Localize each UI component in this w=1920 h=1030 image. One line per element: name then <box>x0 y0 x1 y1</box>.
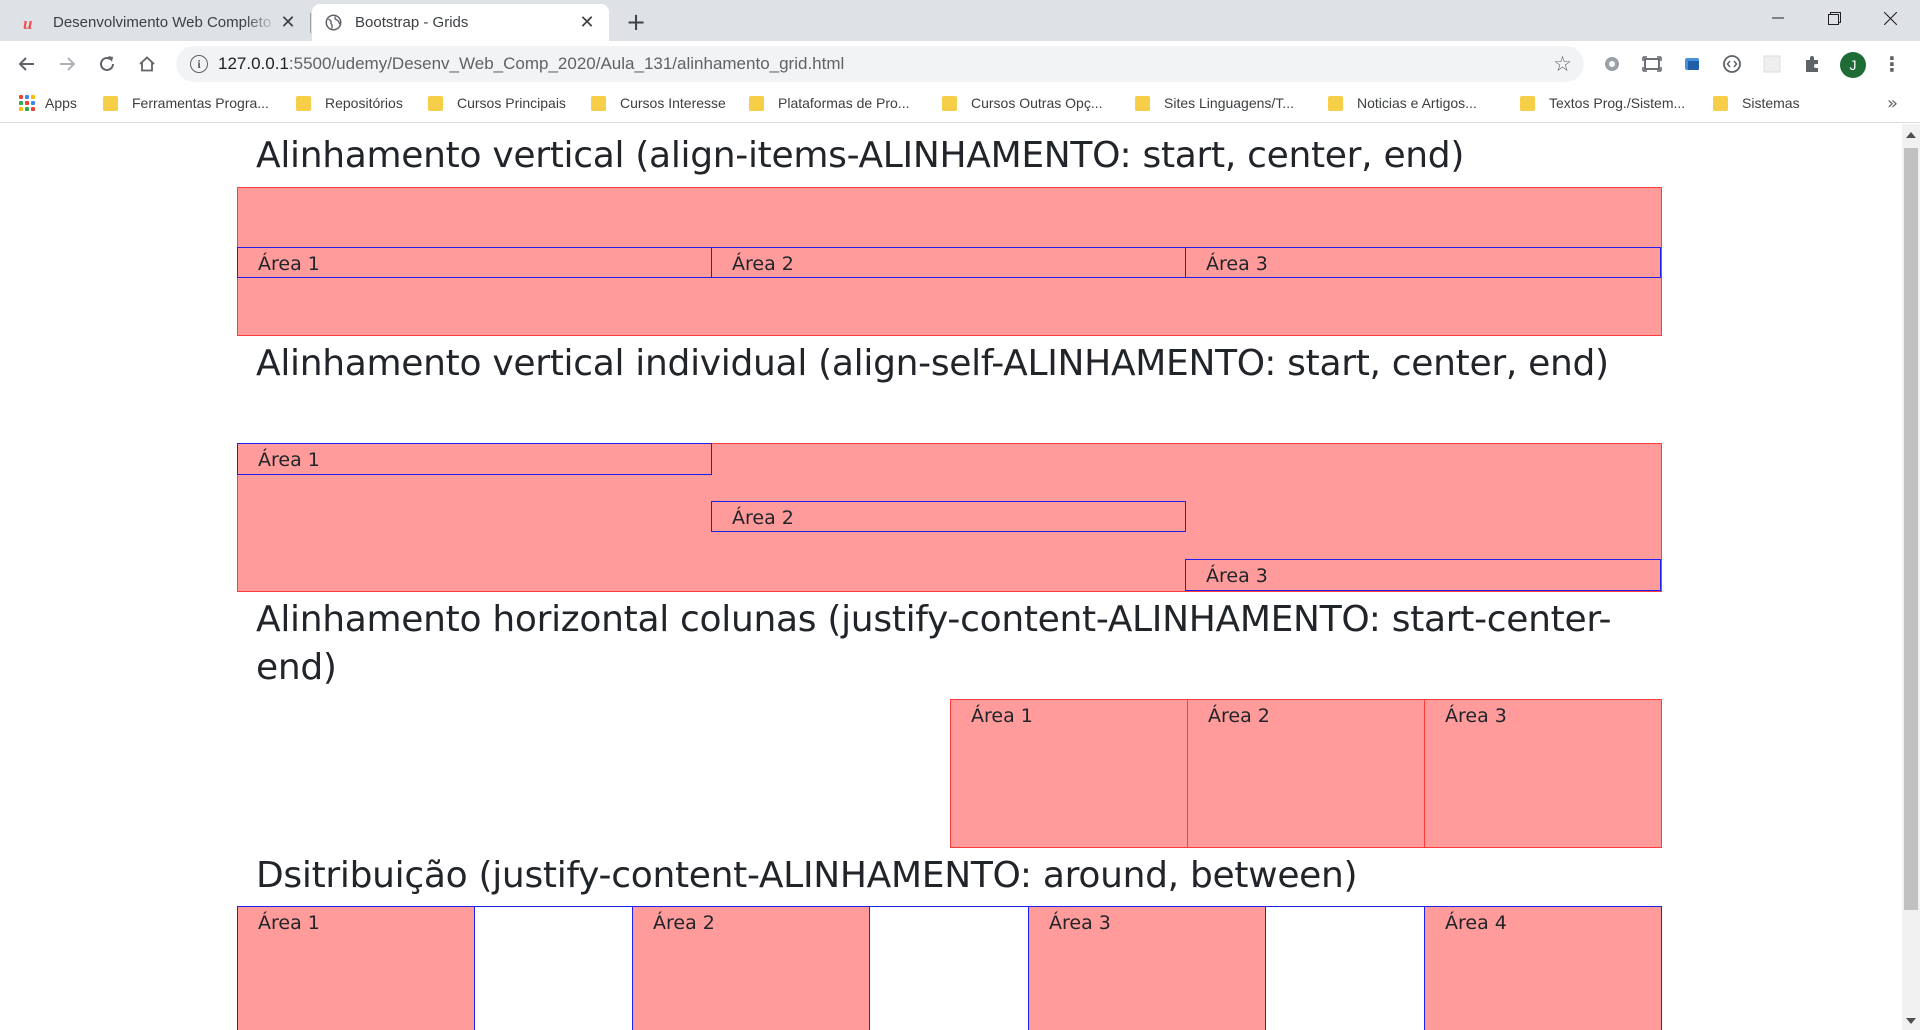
more-menu-icon[interactable]: ⋮ <box>1880 52 1904 76</box>
scroll-down-arrow-icon[interactable] <box>1906 1018 1916 1024</box>
code-extension-icon[interactable] <box>1720 52 1744 76</box>
tab-bootstrap-grids[interactable]: Bootstrap - Grids ✕ <box>312 4 609 41</box>
scroll-thumb[interactable] <box>1904 148 1918 910</box>
scroll-up-arrow-icon[interactable] <box>1906 132 1916 138</box>
grid-area: Área 3 <box>1185 247 1661 278</box>
address-bar[interactable]: i 127.0.0.1:5500/udemy/Desenv_Web_Comp_2… <box>176 46 1584 82</box>
apps-grid-icon <box>19 95 35 111</box>
bookmark-folder[interactable]: Noticias e Artigos... <box>1328 95 1477 111</box>
close-icon[interactable]: ✕ <box>577 12 597 33</box>
section-heading: Alinhamento horizontal colunas (justify-… <box>256 599 1612 688</box>
folder-icon <box>103 95 118 111</box>
forward-arrow-icon[interactable] <box>52 49 82 79</box>
bookmark-folder[interactable]: Ferramentas Progra... <box>103 95 269 111</box>
grid-column: Área 3 <box>1028 906 1266 1030</box>
restore-icon[interactable] <box>1806 0 1862 36</box>
udemy-icon: u <box>22 14 40 32</box>
folder-icon <box>591 95 606 111</box>
folder-icon <box>428 95 443 111</box>
blank-extension-icon[interactable] <box>1760 52 1784 76</box>
url-text[interactable]: 127.0.0.1:5500/udemy/Desenv_Web_Comp_202… <box>218 54 844 74</box>
grid-row-align-items: Área 1 Área 2 Área 3 <box>237 187 1662 336</box>
grid-row-align-self: Área 1 Área 2 Área 3 <box>237 443 1662 592</box>
site-info-icon[interactable]: i <box>190 55 208 73</box>
reload-icon[interactable] <box>92 49 122 79</box>
tab-desenvolvimento-web[interactable]: u Desenvolvimento Web Completo ✕ <box>10 4 310 41</box>
grid-area: Área 1 <box>237 443 712 475</box>
bookmark-folder[interactable]: Cursos Principais <box>428 95 566 111</box>
vertical-scrollbar[interactable] <box>1902 124 1920 1030</box>
folder-icon <box>1328 95 1343 111</box>
extensions-puzzle-icon[interactable] <box>1800 52 1824 76</box>
bookmark-star-icon[interactable]: ☆ <box>1553 52 1572 76</box>
grid-column: Área 2 <box>632 906 870 1030</box>
bookmark-folder[interactable]: Sistemas <box>1713 95 1800 111</box>
grid-column: Área 2 <box>1187 699 1426 848</box>
close-window-icon[interactable] <box>1862 0 1918 36</box>
folder-icon <box>749 95 764 111</box>
bookmark-folder[interactable]: Sites Linguagens/T... <box>1135 95 1294 111</box>
profile-avatar[interactable]: J <box>1840 52 1866 78</box>
tab-title: Bootstrap - Grids <box>355 14 469 31</box>
home-icon[interactable] <box>132 49 162 79</box>
bookmark-folder[interactable]: Textos Prog./Sistem... <box>1520 95 1685 111</box>
screen-capture-icon[interactable] <box>1640 52 1664 76</box>
close-icon[interactable]: ✕ <box>278 12 298 33</box>
folder-icon <box>1135 95 1150 111</box>
folder-icon <box>1520 95 1535 111</box>
grid-column: Área 4 <box>1424 906 1662 1030</box>
tab-title: Desenvolvimento Web Completo <box>53 14 272 31</box>
bookmark-folder[interactable]: Plataformas de Pro... <box>749 95 910 111</box>
grid-column: Área 1 <box>950 699 1189 848</box>
section-heading: Alinhamento vertical (align-items-ALINHA… <box>256 135 1465 176</box>
extension-gear-icon[interactable] <box>1600 52 1624 76</box>
new-tab-icon[interactable]: + <box>622 8 650 36</box>
folder-icon <box>942 95 957 111</box>
grid-area: Área 1 <box>237 247 712 278</box>
grid-column: Área 1 <box>237 906 475 1030</box>
bookmark-apps[interactable]: Apps <box>19 95 77 111</box>
page-viewport: Alinhamento vertical (align-items-ALINHA… <box>0 124 1902 1030</box>
tab-separator <box>310 13 311 33</box>
bookmarks-overflow-icon[interactable]: » <box>1887 93 1898 114</box>
folder-icon <box>1713 95 1728 111</box>
browser-toolbar: i 127.0.0.1:5500/udemy/Desenv_Web_Comp_2… <box>0 41 1920 87</box>
bookmarks-bar: Apps Ferramentas Progra... Repositórios … <box>0 87 1920 123</box>
grid-column: Área 3 <box>1424 699 1662 848</box>
section-heading: Dsitribuição (justify-content-ALINHAMENT… <box>256 855 1358 896</box>
grid-area: Área 3 <box>1185 559 1661 591</box>
bookmark-folder[interactable]: Repositórios <box>296 95 403 111</box>
grid-area: Área 2 <box>711 247 1186 278</box>
folder-icon <box>296 95 311 111</box>
globe-icon <box>324 14 342 32</box>
tab-strip: u Desenvolvimento Web Completo ✕ Bootstr… <box>0 0 1920 41</box>
svg-text:u: u <box>23 14 32 32</box>
minimize-icon[interactable] <box>1750 0 1806 36</box>
back-arrow-icon[interactable] <box>12 49 42 79</box>
translate-extension-icon[interactable] <box>1680 52 1704 76</box>
bookmark-folder[interactable]: Cursos Interesse <box>591 95 726 111</box>
grid-area: Área 2 <box>711 501 1186 532</box>
bookmark-folder[interactable]: Cursos Outras Opç... <box>942 95 1102 111</box>
section-heading: Alinhamento vertical individual (align-s… <box>256 343 1609 384</box>
